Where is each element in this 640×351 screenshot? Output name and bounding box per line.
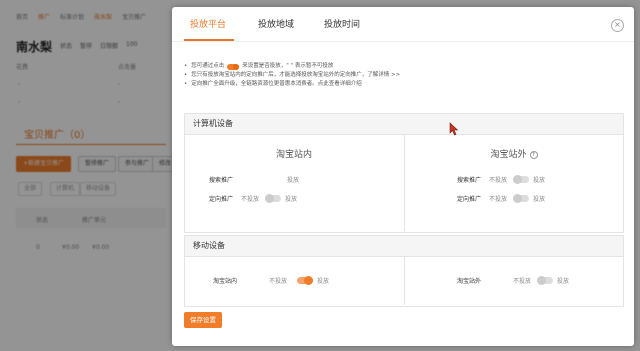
mobile-device-panel: 移动设备 淘宝站内 不投放 投放 淘宝站外 不投放 投放: [184, 235, 624, 307]
column-title-text: 淘宝站外: [490, 150, 527, 160]
mobile-panel-title: 移动设备: [185, 236, 623, 257]
row-on-label: 投放: [287, 177, 300, 184]
pc-inside-targeting-row: 定向推广 不投放 投放: [209, 194, 297, 203]
column-title-text: 淘宝站内: [275, 150, 312, 160]
row-label: 搜索推广: [209, 177, 234, 184]
note-item: • 您可通过点击 来设置是否投放，" " 表示暂不可投放: [184, 63, 334, 70]
row-on-label: 投放: [317, 278, 330, 285]
note-item: • 您只有投放淘宝站内的定向推广后，才能选择投放淘宝站外的定向推广，了解详情 >…: [184, 71, 401, 80]
mobile-inside-row: 淘宝站内 不投放 投放: [213, 276, 329, 285]
row-label: 淘宝站外: [457, 278, 482, 285]
toggle-sample-icon: [227, 63, 240, 70]
row-off-label: 不投放: [489, 177, 508, 184]
note-link[interactable]: 定向推广全面升级，全链路资源位更普惠本消费者。点此查看详细介绍: [191, 80, 362, 89]
active-tab-indicator: [184, 39, 234, 41]
note-link[interactable]: 您只有投放淘宝站内的定向推广后，才能选择投放淘宝站外的定向推广，了解详情 >>: [191, 71, 400, 80]
pc-outside-search-toggle[interactable]: [513, 175, 529, 184]
row-off-label: 不投放: [513, 278, 532, 285]
tab-region[interactable]: 投放地域: [258, 17, 294, 30]
row-label: 定向推广: [209, 196, 234, 203]
help-icon[interactable]: ?: [529, 150, 538, 159]
pc-device-panel: 计算机设备 淘宝站内 搜索推广 投放 定向推广 不投放 投放 淘宝站外? 搜索推: [184, 113, 624, 233]
row-on-label: 投放: [533, 177, 546, 184]
mobile-outside-row: 淘宝站外 不投放 投放: [457, 276, 569, 285]
column-title: 淘宝站内: [185, 147, 403, 160]
close-icon[interactable]: ×: [611, 19, 624, 32]
row-off-label: 不投放: [241, 196, 260, 203]
row-on-label: 投放: [285, 196, 298, 203]
row-label: 淘宝站内: [213, 278, 238, 285]
note-text: 您可通过点击: [191, 63, 225, 69]
delivery-settings-dialog: 投放平台 投放地域 投放时间 × • 您可通过点击 来设置是否投放，" " 表示…: [172, 7, 634, 346]
note-item: • 定向推广全面升级，全链路资源位更普惠本消费者。点此查看详细介绍: [184, 80, 362, 89]
row-label: 搜索推广: [457, 177, 482, 184]
row-label: 定向推广: [457, 196, 482, 203]
mobile-inside-toggle[interactable]: [297, 276, 313, 285]
mouse-cursor-icon: [449, 122, 459, 136]
pc-taobao-inside: 淘宝站内 搜索推广 投放 定向推广 不投放 投放: [185, 135, 403, 231]
pc-taobao-outside: 淘宝站外? 搜索推广 不投放 投放 定向推广 不投放 投放: [404, 135, 623, 231]
tab-time[interactable]: 投放时间: [324, 17, 360, 30]
row-off-label: 不投放: [489, 196, 508, 203]
mobile-outside-toggle[interactable]: [537, 276, 553, 285]
mobile-taobao-inside: 淘宝站内 不投放 投放: [185, 257, 403, 305]
mobile-taobao-outside: 淘宝站外 不投放 投放: [404, 257, 623, 305]
pc-outside-targeting-row: 定向推广 不投放 投放: [457, 194, 545, 203]
tab-platform[interactable]: 投放平台: [190, 17, 226, 30]
pc-outside-targeting-toggle[interactable]: [513, 194, 529, 203]
row-on-label: 投放: [533, 196, 546, 203]
row-on-label: 投放: [557, 278, 570, 285]
column-title: 淘宝站外?: [405, 147, 623, 160]
pc-panel-title: 计算机设备: [185, 114, 623, 135]
save-settings-button[interactable]: 保存设置: [184, 312, 222, 328]
row-off-label: 不投放: [269, 278, 288, 285]
pc-inside-search-row: 搜索推广 投放: [209, 175, 299, 184]
note-text: 来设置是否投放，" " 表示暂不可投放: [242, 63, 334, 69]
info-notes: • 您可通过点击 来设置是否投放，" " 表示暂不可投放 • 您只有投放淘宝站内…: [184, 62, 604, 89]
pc-inside-targeting-toggle[interactable]: [265, 194, 281, 203]
pc-outside-search-row: 搜索推广 不投放 投放: [457, 175, 545, 184]
tab-bar: 投放平台 投放地域 投放时间 ×: [172, 7, 634, 42]
